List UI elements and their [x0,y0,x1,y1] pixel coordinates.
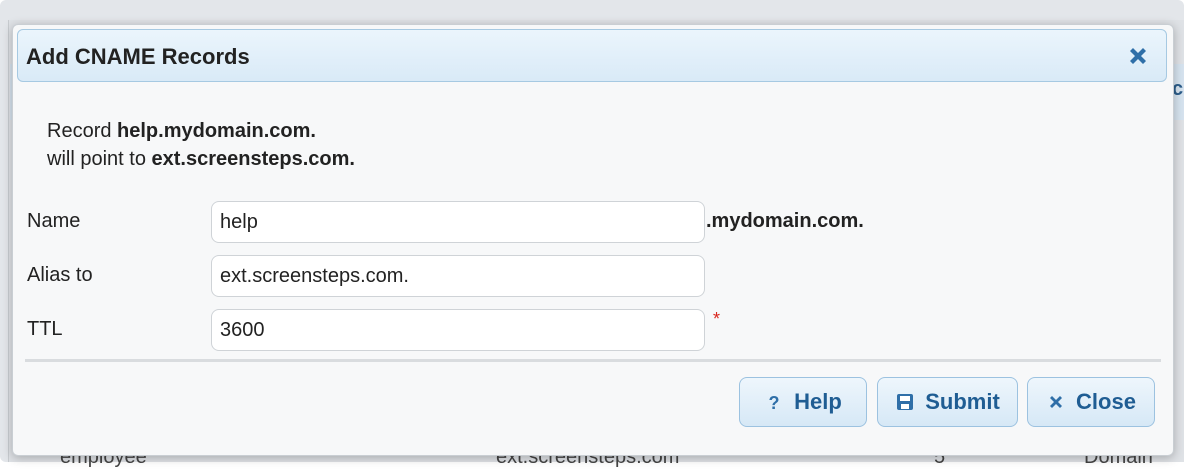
close-icon[interactable] [1126,44,1150,68]
help-icon: ? [764,392,784,413]
record-prefix: Record [47,120,118,142]
record-name: help.mydomain.com. [117,120,316,142]
name-label: Name [27,210,81,232]
close-button[interactable]: Close [1027,377,1155,427]
alias-label: Alias to [27,264,93,286]
required-marker: * [713,309,721,329]
close-button-label: Close [1076,389,1136,414]
dialog-title: Add CNAME Records [26,44,250,69]
close-icon [1046,392,1066,412]
ttl-input[interactable] [211,309,705,351]
add-cname-dialog: Add CNAME Records Record help.mydomain.c… [12,24,1174,456]
save-icon [895,392,915,412]
name-input[interactable] [211,201,705,243]
dialog-titlebar: Add CNAME Records [17,29,1167,82]
help-button[interactable]: ? Help [739,377,867,427]
submit-button[interactable]: Submit [877,377,1018,427]
svg-text:?: ? [769,393,780,412]
help-button-label: Help [794,389,842,414]
divider [25,359,1161,362]
ttl-label: TTL [27,318,63,340]
alias-input[interactable] [211,255,705,297]
record-info-line2: will point to ext.screensteps.com. [47,145,355,173]
record-info-line1: Record help.mydomain.com. [47,117,355,145]
domain-suffix: .mydomain.com. [706,210,864,232]
alias-prefix: will point to [47,148,152,170]
alias-target: ext.screensteps.com. [151,148,355,170]
submit-button-label: Submit [925,389,1000,414]
record-info: Record help.mydomain.com. will point to … [47,117,355,173]
